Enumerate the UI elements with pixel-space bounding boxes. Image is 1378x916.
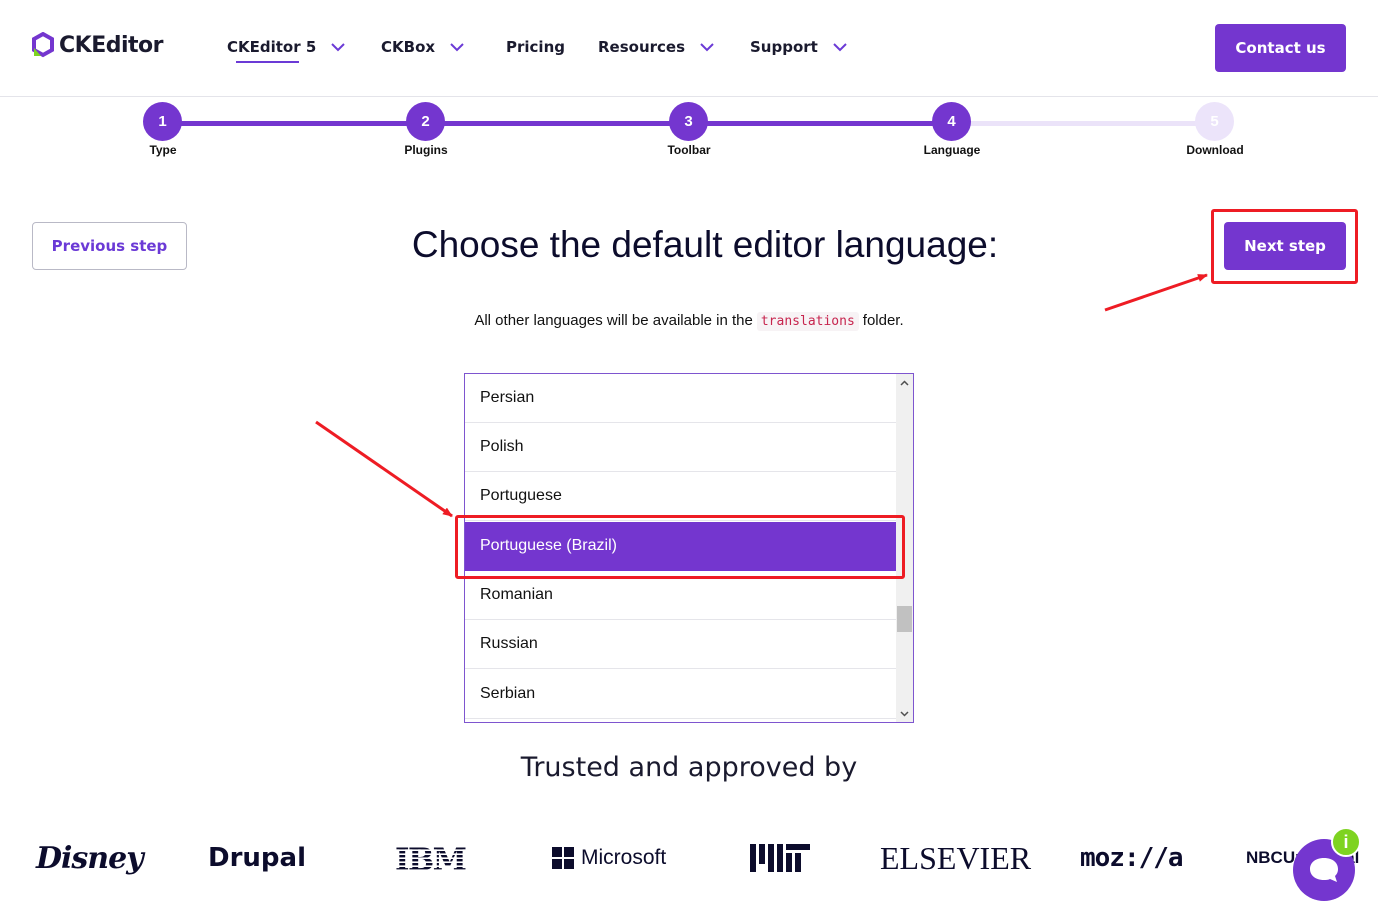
chevron-down-icon [331,43,346,52]
ckeditor-logo-icon [32,32,54,58]
chevron-down-icon [700,43,714,52]
subtitle: All other languages will be available in… [340,312,1038,331]
step-4-circle[interactable]: 4 [932,102,971,141]
language-option-polish[interactable]: Polish [465,423,897,472]
brand-logos: Disney Drupal IBM Microsoft ELSEVIER moz… [0,830,1378,890]
language-option-russian[interactable]: Russian [465,620,897,669]
trusted-title: Trusted and approved by [520,752,858,783]
language-option-persian[interactable]: Persian [465,374,897,423]
scroll-up-arrow-icon[interactable] [896,374,913,391]
nav-resources[interactable]: Resources [598,38,715,56]
step-5-circle[interactable]: 5 [1195,102,1234,141]
mit-logo-icon [750,844,810,872]
step-3-circle[interactable]: 3 [669,102,708,141]
nav-pricing[interactable]: Pricing [506,38,565,56]
microsoft-logo: Microsoft [552,830,666,886]
language-option-portuguese[interactable]: Portuguese [465,472,897,521]
scroll-down-arrow-icon[interactable] [896,705,913,722]
ibm-logo-icon: IBM [395,843,467,873]
mit-logo [750,830,810,886]
ckeditor-logo[interactable]: CKEditor [32,32,164,58]
nav-support-label: Support [750,38,818,56]
arrow-to-next-step-icon [1104,273,1208,312]
language-option-serbian[interactable]: Serbian [465,670,897,719]
chevron-down-icon [450,43,464,52]
microsoft-grid-icon [552,847,574,869]
nav-active-underline [236,61,299,63]
contact-us-button[interactable]: Contact us [1215,24,1346,72]
drupal-logo: Drupal [208,843,306,873]
nav-resources-label: Resources [598,38,686,56]
subtitle-text-before: All other languages will be available in… [474,312,753,329]
info-badge-icon[interactable]: i [1331,827,1361,857]
nav-pricing-label: Pricing [506,38,565,56]
page-title: Choose the default editor language: [411,224,999,265]
nav-ckeditor5-label: CKEditor 5 [227,38,317,56]
translations-code: translations [756,312,859,331]
nav-ckbox-label: CKBox [381,38,436,56]
step-3-label: Toolbar [667,143,711,157]
step-1-circle[interactable]: 1 [143,102,182,141]
annotation-highlight-next-step [1211,209,1358,284]
step-1-label: Type [149,143,177,157]
nav-ckbox[interactable]: CKBox [381,38,465,56]
nav-ckeditor5[interactable]: CKEditor 5 [227,38,346,56]
step-5-label: Download [1186,143,1244,157]
mozilla-logo: moz://a [1080,843,1184,873]
stepper-remaining-line [952,121,1215,126]
step-4-label: Language [923,143,981,157]
microsoft-logo-text: Microsoft [581,846,667,869]
ibm-logo: IBM [395,830,467,886]
step-2-label: Plugins [404,143,448,157]
logo-text: CKEditor [59,32,164,58]
svg-text:IBM: IBM [395,843,467,873]
scrollbar-thumb[interactable] [897,606,912,632]
disney-logo: Disney [36,840,144,876]
site-header: CKEditor CKEditor 5 CKBox Pricing Resour… [0,0,1378,97]
stepper-progress-line [163,121,952,126]
arrow-to-selected-language-icon [315,420,453,518]
elsevier-logo: ELSEVIER [880,839,1032,876]
annotation-highlight-selected-language [455,515,905,579]
chat-bubble-icon [1310,858,1338,882]
chevron-down-icon [833,43,847,52]
nav-support[interactable]: Support [750,38,848,56]
step-2-circle[interactable]: 2 [406,102,445,141]
subtitle-text-after: folder. [862,312,904,329]
previous-step-button[interactable]: Previous step [32,222,187,270]
